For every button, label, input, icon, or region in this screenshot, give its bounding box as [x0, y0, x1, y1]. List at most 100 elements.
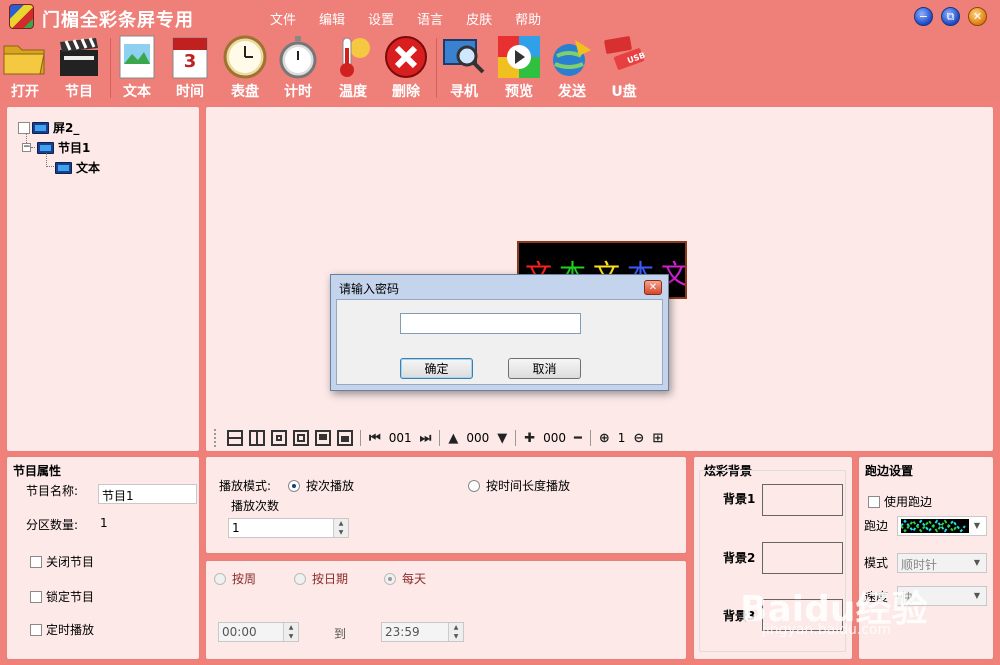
screen-checkbox[interactable] — [18, 121, 30, 134]
program-button[interactable]: 节目 — [54, 34, 104, 102]
stepper-arrows[interactable]: ▲ ▼ — [283, 623, 298, 641]
app-logo-icon — [9, 4, 34, 29]
stepper-arrows[interactable]: ▲ ▼ — [448, 623, 463, 641]
layout-fill-icon[interactable] — [293, 430, 309, 446]
clapperboard-icon — [56, 34, 102, 80]
layout-center-icon[interactable] — [271, 430, 287, 446]
border-style-select[interactable]: ▼ — [897, 516, 987, 536]
timed-play-option[interactable]: 定时播放 — [30, 621, 94, 638]
radio-button[interactable] — [214, 572, 226, 585]
menu-help[interactable]: 帮助 — [515, 9, 541, 28]
checkbox[interactable] — [30, 555, 42, 568]
daily-radio[interactable]: 每天 — [384, 570, 426, 587]
fit-screen-icon[interactable]: ⊞ — [652, 431, 663, 446]
radio-button[interactable] — [288, 479, 300, 492]
close-program-option[interactable]: 关闭节目 — [30, 553, 94, 570]
password-input[interactable] — [400, 313, 581, 334]
tree-item-label: 节目1 — [58, 141, 91, 155]
ok-button[interactable]: 确定 — [400, 358, 473, 379]
radio-label: 按周 — [232, 572, 257, 586]
menu-edit[interactable]: 编辑 — [319, 9, 345, 28]
stepper-value: 1 — [232, 521, 240, 535]
play-by-count-radio[interactable]: 按次播放 — [288, 477, 354, 494]
first-page-icon[interactable]: ⏮ — [369, 431, 381, 446]
radio-button[interactable] — [468, 479, 480, 492]
document-image-icon — [114, 34, 160, 80]
usb-icon: USB — [601, 34, 647, 80]
text-button[interactable]: 文本 — [114, 34, 160, 102]
send-button[interactable]: 发送 — [549, 34, 595, 102]
use-border-option[interactable]: 使用跑边 — [868, 493, 932, 510]
last-page-icon[interactable]: ⏭ — [420, 431, 432, 446]
restore-button[interactable]: ⧉ — [941, 7, 960, 26]
lock-program-option[interactable]: 锁定节目 — [30, 588, 94, 605]
by-date-radio[interactable]: 按日期 — [294, 570, 348, 587]
play-mode-panel: 播放模式: 按次播放 按时间长度播放 播放次数 1 ▲ ▼ — [205, 456, 687, 554]
program-name-label: 节目名称: — [26, 484, 79, 498]
usb-button[interactable]: USB U盘 — [601, 34, 647, 102]
move-up-icon[interactable]: ▲ — [448, 431, 458, 446]
tree-item-screen[interactable]: 屏2_ — [18, 119, 79, 136]
time-button[interactable]: 3 时间 — [167, 34, 213, 102]
plus-icon[interactable]: ✚ — [524, 431, 535, 446]
zoom-in-icon[interactable]: ⊕ — [599, 431, 610, 446]
radio-label: 按次播放 — [306, 479, 355, 493]
move-down-icon[interactable]: ▼ — [497, 431, 507, 446]
toolbar-separator — [439, 430, 441, 446]
main-toolbar: 打开 节目 文本 3 时间 表盘 计时 温度 删除 寻机 预览 发送 USB U… — [0, 34, 1000, 102]
background1-box[interactable] — [762, 484, 843, 516]
play-count-stepper[interactable]: 1 ▲ ▼ — [228, 518, 349, 538]
radio-label: 按时间长度播放 — [486, 479, 571, 493]
zoom-out-icon[interactable]: ⊖ — [633, 431, 644, 446]
background2-box[interactable] — [762, 542, 843, 574]
layout-split-v-icon[interactable] — [249, 430, 265, 446]
temperature-button[interactable]: 温度 — [330, 34, 376, 102]
delete-button[interactable]: 删除 — [383, 34, 429, 102]
cancel-button[interactable]: 取消 — [508, 358, 581, 379]
radio-button[interactable] — [294, 572, 306, 585]
tree-item-program[interactable]: − 节目1 — [22, 139, 90, 156]
tree-item-text[interactable]: 文本 — [53, 159, 100, 176]
title-bar: 门楣全彩条屏专用 文件 编辑 设置 语言 皮肤 帮助 − ⧉ ✕ — [0, 0, 1000, 34]
radio-button[interactable] — [384, 572, 396, 585]
monitor-icon — [32, 121, 49, 134]
end-time-stepper[interactable]: 23:59 ▲ ▼ — [381, 622, 464, 642]
layout-split-h-icon[interactable] — [227, 430, 243, 446]
search-device-button[interactable]: 寻机 — [441, 34, 487, 102]
program-tree-panel: 屏2_ − 节目1 文本 — [6, 106, 200, 452]
menu-file[interactable]: 文件 — [270, 9, 296, 28]
program-name-input[interactable]: 节目1 — [98, 484, 197, 504]
by-week-radio[interactable]: 按周 — [214, 570, 256, 587]
open-button[interactable]: 打开 — [0, 34, 50, 102]
border-pattern-swatch — [901, 519, 969, 533]
play-count-label: 播放次数 — [231, 499, 280, 513]
layout-bottom-icon[interactable] — [337, 430, 353, 446]
vertical-offset: 000 — [466, 431, 490, 445]
menu-language[interactable]: 语言 — [417, 9, 443, 28]
schedule-panel: 按周 按日期 每天 00:00 ▲ ▼ 到 23:59 ▲ ▼ — [205, 560, 687, 660]
checkbox[interactable] — [868, 495, 880, 508]
start-time-stepper[interactable]: 00:00 ▲ ▼ — [218, 622, 299, 642]
svg-text:3: 3 — [184, 51, 197, 72]
stepper-arrows[interactable]: ▲ ▼ — [333, 519, 348, 537]
menu-settings[interactable]: 设置 — [368, 9, 394, 28]
checkbox[interactable] — [30, 623, 42, 636]
clock-button[interactable]: 表盘 — [220, 34, 270, 102]
checkbox[interactable] — [30, 590, 42, 603]
play-by-duration-radio[interactable]: 按时间长度播放 — [468, 477, 570, 494]
stepper-value: 00:00 — [222, 625, 257, 639]
thermometer-icon — [330, 34, 376, 80]
background2-label: 背景2 — [723, 551, 756, 565]
chevron-down-icon: ▼ — [973, 521, 981, 530]
collapse-icon[interactable]: − — [22, 143, 31, 152]
close-button[interactable]: ✕ — [968, 7, 987, 26]
timer-button[interactable]: 计时 — [275, 34, 321, 102]
layout-top-icon[interactable] — [315, 430, 331, 446]
minus-icon[interactable]: ━ — [574, 431, 582, 446]
menu-skin[interactable]: 皮肤 — [466, 9, 492, 28]
minimize-button[interactable]: − — [914, 7, 933, 26]
toolbar-separator — [110, 38, 111, 98]
mode-select[interactable]: 顺时针 ▼ — [897, 553, 987, 573]
preview-button[interactable]: 预览 — [496, 34, 542, 102]
dialog-close-button[interactable]: ✕ — [644, 280, 662, 295]
